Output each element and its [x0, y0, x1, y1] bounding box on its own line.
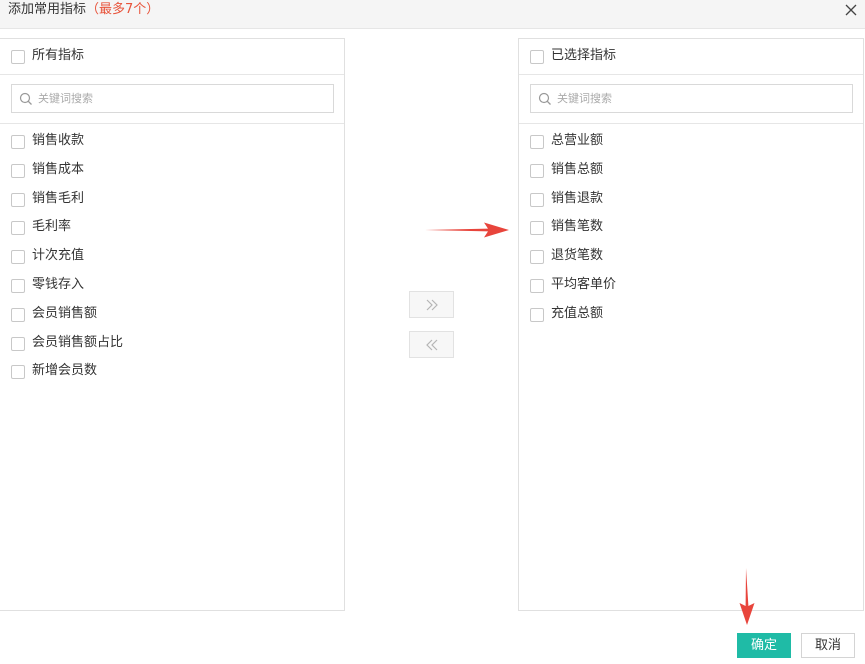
item-checkbox[interactable]: [11, 192, 25, 207]
item-label: 毛利率: [32, 219, 72, 235]
item-label: 新增会员数: [32, 363, 98, 379]
item-label: 销售成本: [32, 161, 85, 177]
selected-metrics-list: 总营业额 销售总额 销售退款 销售笔数 退货笔数 平均客单价 充值总额: [519, 132, 863, 334]
annotation-arrow-right: [425, 222, 509, 238]
item-label: 销售退款: [551, 190, 604, 206]
list-item[interactable]: 总营业额: [519, 132, 863, 161]
list-item[interactable]: 销售笔数: [519, 218, 863, 247]
list-item[interactable]: 新增会员数: [0, 362, 344, 391]
item-label: 销售总额: [551, 161, 604, 177]
item-checkbox[interactable]: [530, 250, 544, 265]
move-left-button[interactable]: [409, 331, 454, 358]
list-item[interactable]: 退货笔数: [519, 247, 863, 276]
selected-metrics-panel: 已选择指标 总营业额 销售总额 销售退款 销售笔数 退货笔数 平均客单价 充值总…: [518, 38, 864, 611]
item-checkbox[interactable]: [11, 307, 25, 322]
confirm-button[interactable]: 确定: [737, 633, 791, 658]
item-label: 平均客单价: [551, 276, 617, 292]
item-label: 总营业额: [551, 133, 604, 148]
list-item[interactable]: 充值总额: [519, 305, 863, 334]
list-item[interactable]: 销售总额: [519, 161, 863, 190]
item-checkbox[interactable]: [11, 278, 25, 293]
all-metrics-header: 所有指标: [0, 39, 344, 75]
select-all-selected-checkbox[interactable]: [530, 50, 544, 64]
selected-metrics-search-area: [519, 75, 863, 124]
item-checkbox[interactable]: [530, 221, 544, 236]
selected-metrics-header-label: 已选择指标: [551, 48, 617, 63]
double-chevron-left-icon: [426, 339, 438, 351]
dialog-header: 添加常用指标（最多7个）: [0, 0, 865, 29]
cancel-button[interactable]: 取消: [801, 633, 855, 658]
annotation-arrow-down: [739, 568, 755, 625]
list-item[interactable]: 计次充值: [0, 247, 344, 276]
list-item[interactable]: 平均客单价: [519, 276, 863, 305]
item-checkbox[interactable]: [11, 163, 25, 178]
all-metrics-search-input[interactable]: [38, 88, 328, 109]
item-label: 销售毛利: [32, 190, 85, 206]
list-item[interactable]: 销售收款: [0, 132, 344, 161]
item-label: 会员销售额占比: [32, 334, 124, 350]
item-checkbox[interactable]: [530, 278, 544, 293]
list-item[interactable]: 毛利率: [0, 218, 344, 247]
item-checkbox[interactable]: [530, 135, 544, 149]
item-checkbox[interactable]: [11, 250, 25, 265]
item-checkbox[interactable]: [530, 192, 544, 207]
item-checkbox[interactable]: [530, 307, 544, 322]
item-label: 零钱存入: [32, 276, 85, 292]
item-checkbox[interactable]: [11, 221, 25, 236]
all-metrics-header-label: 所有指标: [32, 48, 85, 63]
item-label: 计次充值: [32, 248, 85, 264]
list-item[interactable]: 销售退款: [519, 190, 863, 219]
move-right-button[interactable]: [409, 291, 454, 318]
item-label: 销售收款: [32, 133, 85, 148]
item-label: 会员销售额: [32, 305, 98, 321]
list-item[interactable]: 销售成本: [0, 161, 344, 190]
selected-metrics-search-input[interactable]: [557, 88, 847, 109]
list-item[interactable]: 会员销售额占比: [0, 334, 344, 363]
all-metrics-panel: 所有指标 销售收款 销售成本 销售毛利 毛利率 计次充值 零钱存入 会员销售额 …: [0, 38, 345, 611]
search-icon: [19, 92, 32, 105]
list-item[interactable]: 会员销售额: [0, 305, 344, 334]
item-checkbox[interactable]: [11, 336, 25, 351]
all-metrics-search-box: [11, 84, 334, 113]
selected-metrics-header: 已选择指标: [519, 39, 863, 75]
item-checkbox[interactable]: [11, 365, 25, 380]
item-checkbox[interactable]: [11, 135, 25, 149]
list-item[interactable]: 销售毛利: [0, 190, 344, 219]
close-icon[interactable]: [843, 2, 859, 18]
dialog-title: 添加常用指标（最多7个）: [8, 2, 159, 18]
item-label: 销售笔数: [551, 219, 604, 235]
search-icon: [538, 92, 551, 105]
dialog-title-limit: （最多7个）: [86, 2, 160, 17]
list-item[interactable]: 零钱存入: [0, 276, 344, 305]
item-label: 充值总额: [551, 305, 604, 321]
item-checkbox[interactable]: [530, 163, 544, 178]
item-label: 退货笔数: [551, 248, 604, 264]
all-metrics-list: 销售收款 销售成本 销售毛利 毛利率 计次充值 零钱存入 会员销售额 会员销售额…: [0, 132, 344, 391]
dialog-title-text: 添加常用指标: [8, 2, 87, 17]
selected-metrics-search-box: [530, 84, 853, 113]
all-metrics-search-area: [0, 75, 344, 124]
double-chevron-right-icon: [426, 299, 438, 311]
select-all-checkbox[interactable]: [11, 50, 25, 64]
